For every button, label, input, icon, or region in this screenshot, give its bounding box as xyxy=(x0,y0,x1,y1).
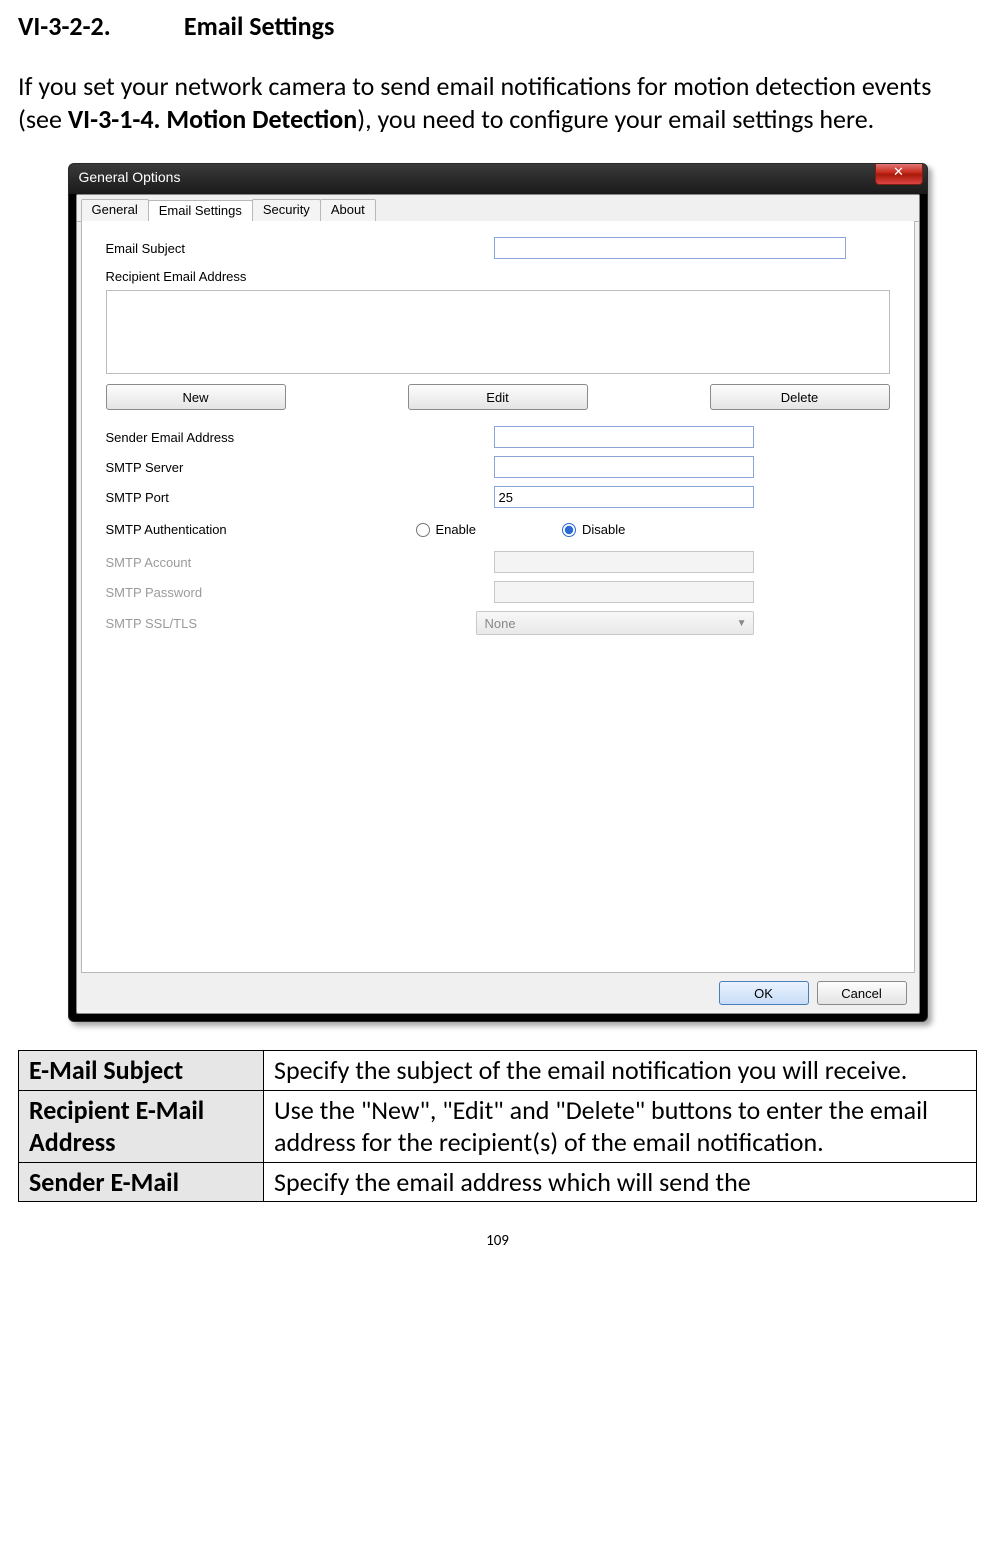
tab-strip: General Email Settings Security About xyxy=(77,195,919,222)
label-enable: Enable xyxy=(436,522,476,537)
section-number: VI-3-2-2. xyxy=(18,10,178,42)
sender-email-input[interactable] xyxy=(494,426,754,448)
recipient-list[interactable] xyxy=(106,290,890,374)
dialog-title: General Options xyxy=(79,169,181,185)
table-value: Specify the email address which will sen… xyxy=(264,1162,977,1202)
table-key: Recipient E-Mail Address xyxy=(19,1090,264,1162)
label-smtp-port: SMTP Port xyxy=(106,490,396,505)
label-email-subject: Email Subject xyxy=(106,241,396,256)
table-row: Recipient E-Mail Address Use the "New", … xyxy=(19,1090,977,1162)
edit-button[interactable]: Edit xyxy=(408,384,588,410)
section-title: Email Settings xyxy=(184,10,334,42)
cancel-button[interactable]: Cancel xyxy=(817,981,907,1005)
tab-email-settings[interactable]: Email Settings xyxy=(148,200,253,222)
close-button[interactable]: ✕ xyxy=(875,163,923,185)
table-value: Specify the subject of the email notific… xyxy=(264,1051,977,1091)
label-smtp-password: SMTP Password xyxy=(106,585,396,600)
label-sender-email: Sender Email Address xyxy=(106,430,396,445)
tab-security[interactable]: Security xyxy=(252,199,321,221)
label-smtp-account: SMTP Account xyxy=(106,555,396,570)
close-icon: ✕ xyxy=(893,164,904,179)
new-button[interactable]: New xyxy=(106,384,286,410)
section-heading: VI-3-2-2. Email Settings xyxy=(18,10,977,42)
smtp-ssl-select: None ▼ xyxy=(476,611,754,635)
table-key: E-Mail Subject xyxy=(19,1051,264,1091)
intro-paragraph: If you set your network camera to send e… xyxy=(18,70,977,135)
label-smtp-server: SMTP Server xyxy=(106,460,396,475)
smtp-ssl-value: None xyxy=(485,616,516,631)
label-disable: Disable xyxy=(582,522,625,537)
label-smtp-ssl: SMTP SSL/TLS xyxy=(106,616,396,631)
chevron-down-icon: ▼ xyxy=(737,618,747,629)
tab-page-email-settings: Email Subject Recipient Email Address Ne… xyxy=(81,221,915,973)
ok-button[interactable]: OK xyxy=(719,981,809,1005)
dialog-body: General Email Settings Security About Em… xyxy=(76,194,920,1014)
tab-about[interactable]: About xyxy=(320,199,376,221)
smtp-account-input xyxy=(494,551,754,573)
tab-general[interactable]: General xyxy=(81,199,149,221)
general-options-dialog: General Options ✕ General Email Settings… xyxy=(68,163,928,1022)
page-number: 109 xyxy=(18,1232,977,1250)
smtp-password-input xyxy=(494,581,754,603)
smtp-port-input[interactable] xyxy=(494,486,754,508)
delete-button[interactable]: Delete xyxy=(710,384,890,410)
dialog-titlebar: General Options ✕ xyxy=(69,164,927,194)
label-smtp-auth: SMTP Authentication xyxy=(106,522,396,537)
table-value: Use the "New", "Edit" and "Delete" butto… xyxy=(264,1090,977,1162)
table-row: Sender E-Mail Specify the email address … xyxy=(19,1162,977,1202)
smtp-auth-enable-radio[interactable] xyxy=(416,523,430,537)
smtp-auth-disable-radio[interactable] xyxy=(562,523,576,537)
description-table: E-Mail Subject Specify the subject of th… xyxy=(18,1050,977,1202)
smtp-server-input[interactable] xyxy=(494,456,754,478)
table-row: E-Mail Subject Specify the subject of th… xyxy=(19,1051,977,1091)
label-recipient-email: Recipient Email Address xyxy=(106,269,890,284)
email-subject-input[interactable] xyxy=(494,237,846,259)
table-key: Sender E-Mail xyxy=(19,1162,264,1202)
